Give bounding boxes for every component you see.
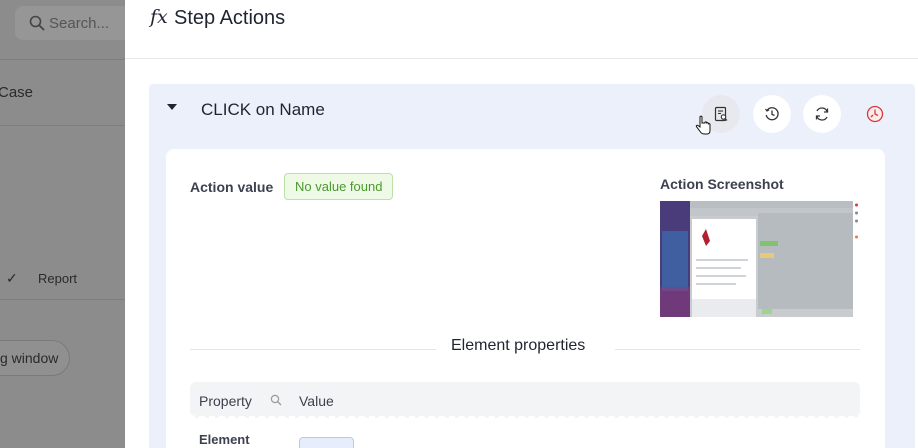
background-window-text: g window [0, 350, 59, 366]
properties-table-header: Property Value [190, 382, 860, 418]
step-card: CLICK on Name Action value No value foun… [149, 84, 915, 448]
action-value-badge: No value found [284, 173, 394, 200]
section-divider [615, 349, 860, 350]
property-value-chip [299, 437, 354, 448]
report-icon [714, 106, 728, 122]
step-title[interactable]: CLICK on Name [201, 100, 325, 120]
background-divider [0, 59, 125, 60]
history-button[interactable] [753, 95, 791, 133]
error-clock-icon [866, 105, 884, 123]
history-icon [765, 107, 779, 121]
element-properties-title: Element properties [451, 337, 586, 354]
property-cell: Element [199, 432, 250, 447]
background-search-input: Search... [15, 6, 125, 40]
background-page: Search... Case ✓ Report g window [0, 0, 125, 448]
hand-cursor-icon [695, 115, 711, 135]
column-header-property: Property [199, 393, 252, 409]
screenshot-image [660, 201, 860, 317]
panel-header: fx Step Actions [125, 0, 918, 59]
action-details-card: Action value No value found Action Scree… [166, 149, 885, 448]
background-search-placeholder: Search... [49, 15, 110, 32]
fx-icon: fx [150, 6, 168, 28]
refresh-icon [815, 107, 829, 121]
action-value-label: Action value [190, 179, 274, 195]
background-divider [0, 299, 125, 300]
step-actions-panel: fx Step Actions CLICK on Name Action val… [125, 0, 918, 448]
search-icon[interactable] [270, 394, 282, 406]
column-header-value: Value [299, 393, 334, 409]
background-report-text: Report [38, 271, 78, 286]
background-check-icon: ✓ [6, 270, 18, 286]
panel-title: Step Actions [174, 7, 286, 29]
error-status-button[interactable] [856, 95, 894, 133]
background-divider [0, 125, 125, 126]
action-screenshot-label: Action Screenshot [660, 176, 784, 192]
collapse-caret-icon[interactable] [167, 104, 177, 110]
search-icon [29, 15, 45, 31]
section-divider [190, 349, 436, 350]
refresh-button[interactable] [803, 95, 841, 133]
background-case-text: Case [0, 84, 34, 101]
action-screenshot-thumbnail[interactable] [660, 201, 860, 317]
